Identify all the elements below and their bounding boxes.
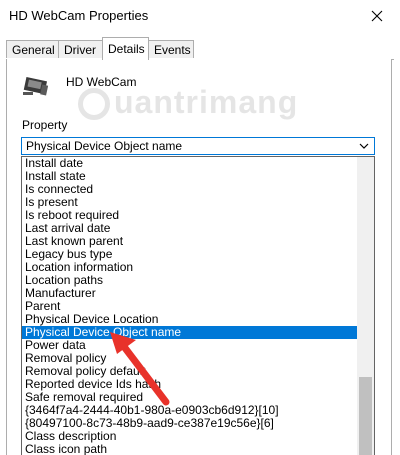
close-icon <box>371 10 383 22</box>
tab-label: Events <box>154 43 191 57</box>
close-button[interactable] <box>354 0 400 32</box>
tab-general[interactable]: General <box>6 40 59 58</box>
scrollbar-thumb[interactable] <box>359 377 372 455</box>
property-options-list[interactable]: Install date Install state Is connected Is … <box>21 156 375 455</box>
title-bar: HD WebCam Properties <box>0 0 400 32</box>
property-selected-value: Physical Device Object name <box>26 139 183 153</box>
tab-driver[interactable]: Driver <box>58 40 103 58</box>
tab-label: General <box>12 43 55 57</box>
tab-label: Driver <box>64 43 96 57</box>
window-title: HD WebCam Properties <box>9 8 149 23</box>
annotation-arrow-icon <box>110 332 170 406</box>
list-item[interactable]: Class icon path <box>22 443 357 455</box>
device-name: HD WebCam <box>66 75 137 89</box>
tab-label: Details <box>108 42 145 56</box>
property-label: Property <box>22 118 68 132</box>
webcam-icon <box>20 70 52 102</box>
chevron-down-icon <box>359 143 369 149</box>
property-dropdown[interactable]: Physical Device Object name <box>21 137 375 155</box>
list-item[interactable]: Manufacturer <box>22 287 357 300</box>
tab-strip: General Driver Details Events <box>6 37 394 60</box>
tab-details[interactable]: Details <box>102 37 149 60</box>
list-scrollbar[interactable] <box>357 157 374 455</box>
tab-events[interactable]: Events <box>148 40 194 58</box>
